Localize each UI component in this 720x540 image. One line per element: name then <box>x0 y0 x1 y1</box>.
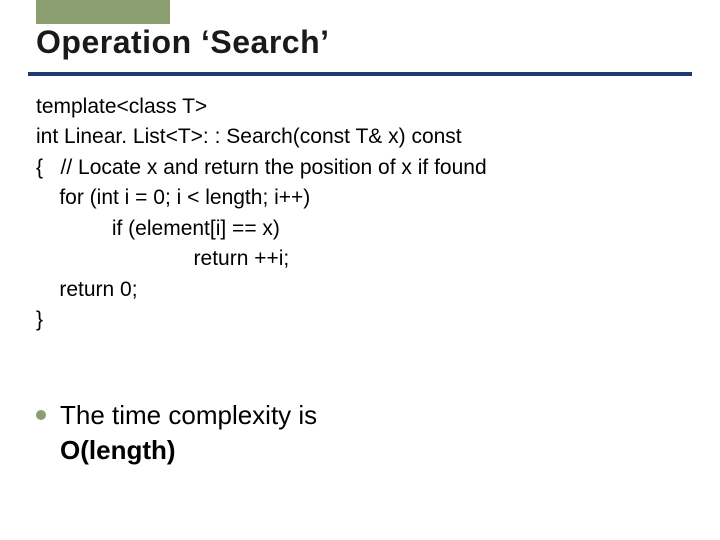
code-line: template<class T> <box>36 95 207 118</box>
bullet-text: The time complexity is O(length) <box>60 398 317 468</box>
accent-box <box>36 0 170 24</box>
code-line: return ++i; <box>36 247 289 270</box>
code-line: { // Locate x and return the position of… <box>36 156 487 179</box>
code-line: if (element[i] == x) <box>36 217 280 240</box>
code-block: template<class T> int Linear. List<T>: :… <box>36 92 487 336</box>
code-line: return 0; <box>36 278 138 301</box>
title-rule <box>28 72 692 76</box>
code-line: } <box>36 308 43 331</box>
bullet-line1: The time complexity is <box>60 400 317 430</box>
code-line: int Linear. List<T>: : Search(const T& x… <box>36 125 462 148</box>
slide-title: Operation ‘Search’ <box>36 24 330 61</box>
code-line: for (int i = 0; i < length; i++) <box>36 186 310 209</box>
bullet-item: The time complexity is O(length) <box>36 398 317 468</box>
bullet-dot-icon <box>36 410 46 420</box>
bullet-line2-bold: O(length) <box>60 435 176 465</box>
slide: Operation ‘Search’ template<class T> int… <box>0 0 720 540</box>
